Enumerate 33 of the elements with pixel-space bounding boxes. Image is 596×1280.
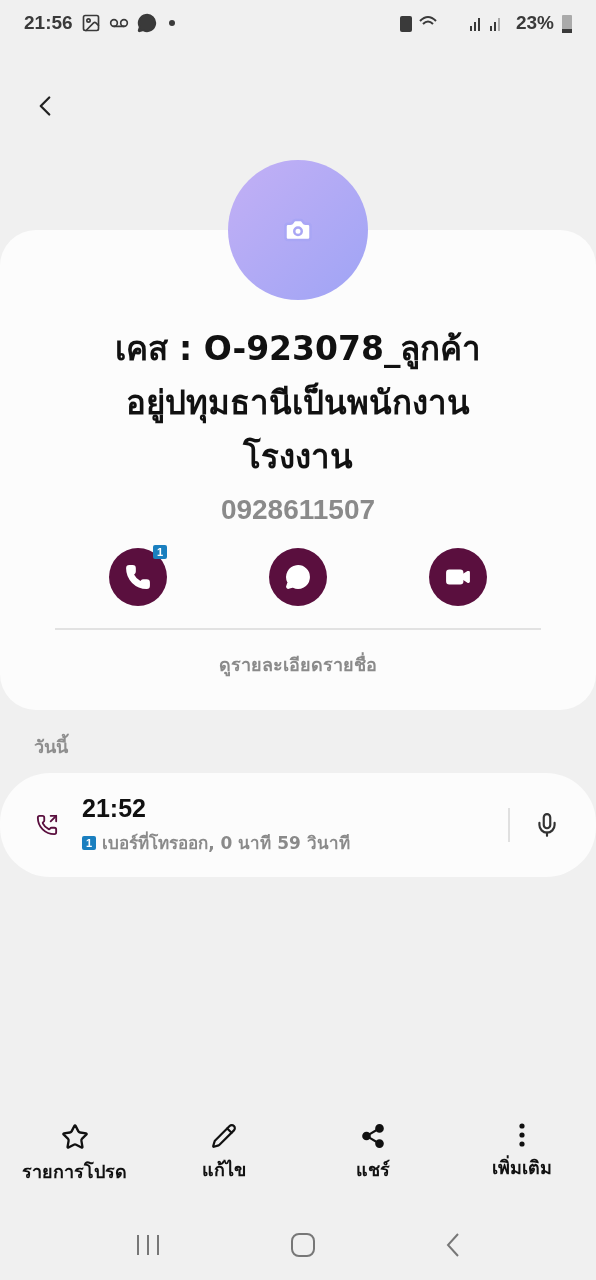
notification-dot xyxy=(168,20,175,26)
more-button[interactable]: เพิ่มเติม xyxy=(461,1123,582,1186)
image-icon xyxy=(80,13,101,33)
call-log-card[interactable]: 21:52 1 เบอร์ที่โทรออก, 0 นาที 59 วินาที xyxy=(0,773,596,877)
contact-name: โรงงาน xyxy=(241,436,354,478)
edit-button[interactable]: แก้ไข xyxy=(163,1123,284,1186)
phone-number: 0928611507 xyxy=(220,494,376,526)
battery-percent: 23% xyxy=(515,12,554,34)
pencil-icon xyxy=(210,1123,237,1149)
outgoing-call-icon xyxy=(36,814,58,836)
sim-badge: 1 xyxy=(152,545,167,559)
call-button[interactable]: 1 xyxy=(109,548,167,606)
phone-icon xyxy=(125,564,151,590)
favorite-button[interactable]: รายการโปรด xyxy=(14,1123,135,1186)
video-button[interactable] xyxy=(429,548,487,606)
call-description: เบอร์ที่โทรออก, 0 นาที 59 วินาที xyxy=(102,830,350,855)
contact-name: เคส : O-923078_ลูกค้า xyxy=(114,328,482,372)
message-button[interactable] xyxy=(269,548,327,606)
chat-bubble-icon xyxy=(285,564,311,590)
status-time: 21:56 xyxy=(24,12,73,34)
section-heading: วันนี้ xyxy=(34,732,596,761)
battery-icon xyxy=(562,13,572,33)
star-icon xyxy=(60,1123,89,1151)
home-button[interactable] xyxy=(290,1232,316,1258)
back-nav-button[interactable] xyxy=(445,1232,462,1258)
share-icon xyxy=(359,1123,386,1149)
share-button[interactable]: แชร์ xyxy=(312,1123,433,1186)
call-time: 21:52 xyxy=(82,794,147,823)
recent-apps-button[interactable] xyxy=(134,1233,161,1257)
chat-bubble-icon xyxy=(136,13,157,33)
more-icon xyxy=(518,1123,525,1147)
contact-name: อยู่ปทุมธานีเป็นพนักงาน xyxy=(125,381,471,426)
sim-badge: 1 xyxy=(82,835,97,850)
